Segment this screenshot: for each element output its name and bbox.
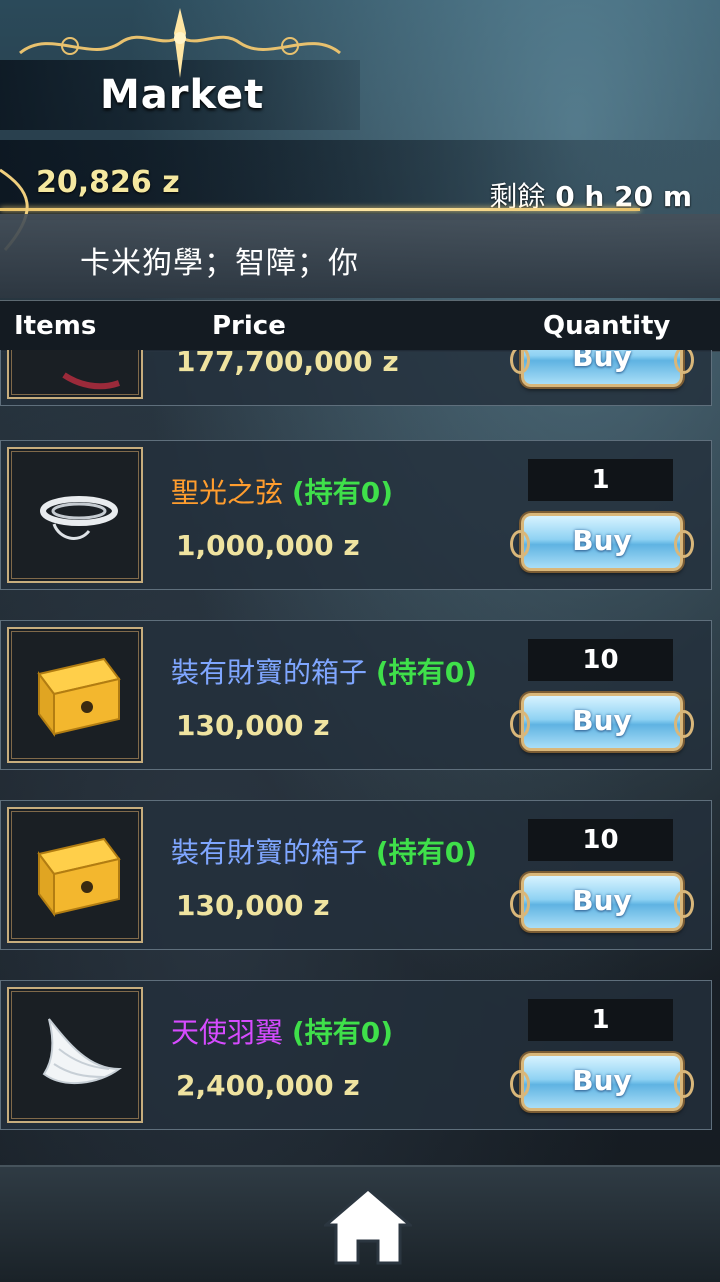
- column-header: Items Price Quantity: [0, 300, 720, 352]
- item-name: 裝有財寶的箱子 (持有0): [171, 831, 477, 871]
- item-name: 聖光之弦 (持有0): [171, 471, 393, 511]
- item-price: 130,000 z: [176, 709, 330, 742]
- quantity-field[interactable]: 1: [528, 999, 673, 1041]
- home-icon[interactable]: [324, 1185, 412, 1265]
- buy-button[interactable]: Buy: [510, 693, 694, 751]
- list-item: 裝有財寶的箱子 (持有0) 130,000 z 10 Buy: [0, 800, 712, 950]
- item-thumbnail[interactable]: [7, 627, 143, 763]
- item-price: 130,000 z: [176, 889, 330, 922]
- buy-button[interactable]: Buy: [510, 1053, 694, 1111]
- item-owned-count: (持有0): [375, 836, 477, 869]
- treasure-box-icon: [37, 657, 121, 737]
- item-owned-count: (持有0): [291, 1016, 393, 1049]
- item-price: 1,000,000 z: [176, 529, 360, 562]
- item-name-text: 裝有財寶的箱子: [171, 656, 368, 689]
- column-items: Items: [14, 311, 97, 341]
- column-price: Price: [212, 311, 286, 341]
- angel-wing-icon: [42, 1018, 123, 1085]
- footer-bar: [0, 1165, 720, 1282]
- item-name-text: 裝有財寶的箱子: [171, 836, 368, 869]
- item-thumbnail[interactable]: [7, 807, 143, 943]
- item-thumbnail[interactable]: [7, 447, 143, 583]
- treasure-box-icon: [37, 837, 121, 917]
- quantity-field[interactable]: 10: [528, 819, 673, 861]
- market-header: Market 20,826 z 剩餘 0 h 20 m 卡米狗學；智障；你: [0, 0, 720, 300]
- item-owned-count: (持有0): [375, 656, 477, 689]
- item-price: 177,700,000 z: [176, 350, 399, 378]
- item-name: 裝有財寶的箱子 (持有0): [171, 651, 477, 691]
- item-thumbnail[interactable]: [7, 350, 143, 399]
- item-name: 天使羽翼 (持有0): [171, 1011, 393, 1051]
- item-name-text: 天使羽翼: [171, 1016, 284, 1049]
- item-owned-count: (持有0): [291, 476, 393, 509]
- quantity-field[interactable]: 1: [528, 459, 673, 501]
- money-amount: 20,826 z: [36, 165, 180, 200]
- message-text: 卡米狗學；智障；你: [80, 246, 359, 281]
- gold-divider: [0, 208, 640, 211]
- partial-item-icon: [62, 372, 120, 390]
- list-item: 天使羽翼 (持有0) 2,400,000 z 1 Buy: [0, 980, 712, 1130]
- list-item: 裝有財寶的箱子 (持有0) 130,000 z 10 Buy: [0, 620, 712, 770]
- page-title: Market: [100, 72, 265, 118]
- item-price: 2,400,000 z: [176, 1069, 360, 1102]
- gold-ornament-icon: [19, 8, 341, 78]
- item-name-text: 聖光之弦: [171, 476, 284, 509]
- string-icon: [40, 496, 118, 540]
- message-banner: 卡米狗學；智障；你: [0, 214, 720, 298]
- buy-button[interactable]: Buy: [510, 513, 694, 571]
- buy-button[interactable]: Buy: [510, 873, 694, 931]
- list-item: 聖光之弦 (持有0) 1,000,000 z 1 Buy: [0, 440, 712, 590]
- item-list[interactable]: 177,700,000 z Buy 聖光之弦 (持有0) 1,000,000 z…: [0, 350, 720, 1165]
- column-quantity: Quantity: [543, 311, 671, 341]
- quantity-field[interactable]: 10: [528, 639, 673, 681]
- buy-button[interactable]: Buy: [510, 350, 694, 387]
- list-item: 177,700,000 z Buy: [0, 350, 712, 406]
- item-thumbnail[interactable]: [7, 987, 143, 1123]
